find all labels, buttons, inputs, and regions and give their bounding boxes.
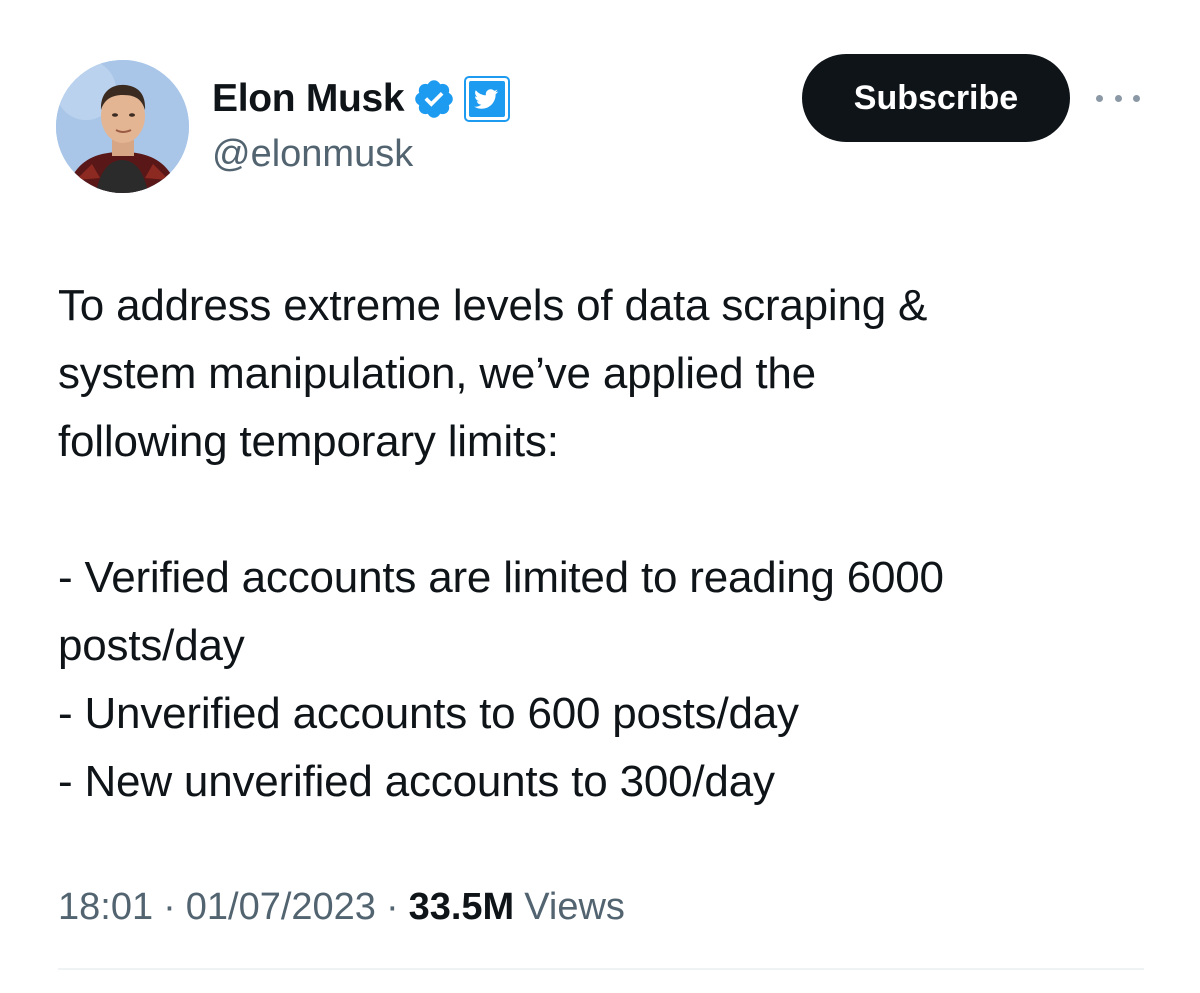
tweet-text: To address extreme levels of data scrapi… — [58, 272, 1168, 816]
twitter-bird-affiliate-icon[interactable] — [464, 76, 511, 122]
more-horizontal-icon[interactable] — [1096, 86, 1140, 110]
name-row: Elon Musk — [212, 72, 511, 126]
tweet-text-line: following temporary limits: — [58, 417, 559, 466]
tweet-text-line: system manipulation, we’ve applied the — [58, 349, 816, 398]
tweet-meta: 18:01 · 01/07/2023 · 33.5M Views — [58, 886, 625, 929]
avatar-image — [56, 60, 189, 193]
tweet-text-line: - Verified accounts are limited to readi… — [58, 553, 944, 602]
tweet-text-line: To address extreme levels of data scrapi… — [58, 281, 928, 330]
display-name[interactable]: Elon Musk — [212, 77, 405, 121]
views-count[interactable]: 33.5M — [409, 886, 515, 929]
meta-separator: · — [163, 886, 176, 928]
meta-separator: · — [385, 886, 399, 928]
more-dot — [1114, 94, 1122, 102]
avatar[interactable] — [56, 60, 189, 193]
tweet-date[interactable]: 01/07/2023 — [186, 886, 376, 929]
divider — [58, 968, 1144, 970]
tweet-time[interactable]: 18:01 — [58, 886, 153, 929]
tweet-text-line: - New unverified accounts to 300/day — [58, 757, 775, 806]
tweet-card: Elon Musk @elonmusk Subscribe To address… — [0, 0, 1200, 993]
verified-checkmark-icon[interactable] — [412, 77, 456, 121]
subscribe-button[interactable]: Subscribe — [802, 54, 1070, 142]
tweet-text-line: posts/day — [58, 621, 245, 670]
user-handle[interactable]: @elonmusk — [212, 133, 413, 176]
more-dot — [1096, 94, 1103, 102]
views-label: Views — [524, 886, 625, 928]
more-dot — [1133, 94, 1140, 102]
tweet-text-line: - Unverified accounts to 600 posts/day — [58, 689, 799, 738]
